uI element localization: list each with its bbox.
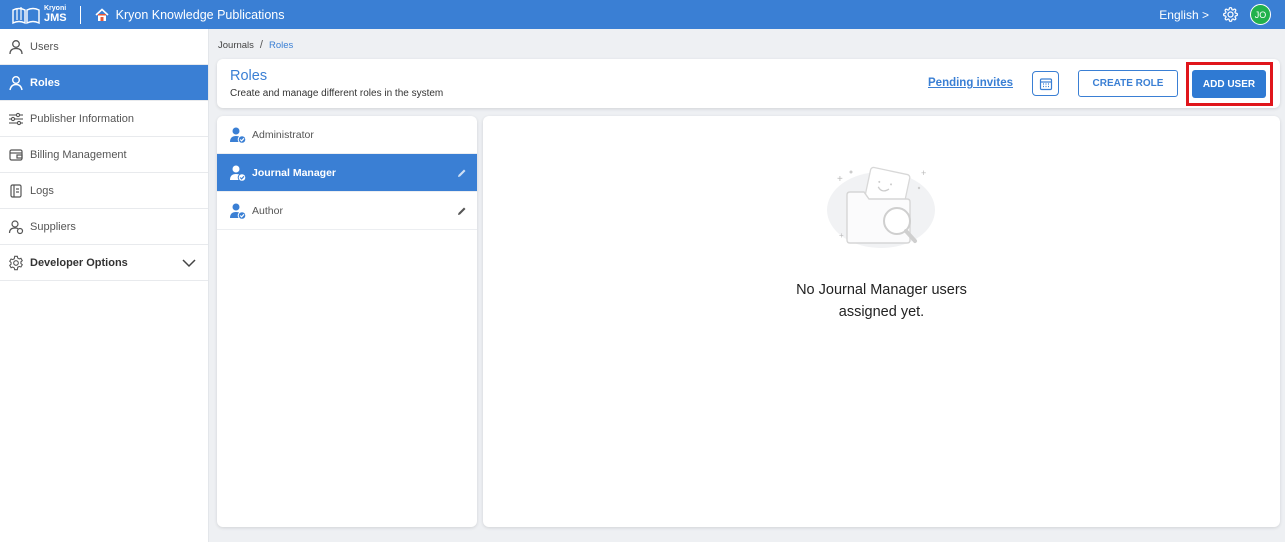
user-check-icon bbox=[229, 126, 247, 144]
user-icon bbox=[8, 39, 24, 55]
empty-state-line2: assigned yet. bbox=[838, 304, 925, 320]
sidebar-item-logs[interactable]: Logs bbox=[0, 173, 208, 209]
settings-gear-icon[interactable] bbox=[1223, 7, 1238, 22]
language-arrow: > bbox=[1201, 7, 1209, 22]
sidebar-item-label: Developer Options bbox=[30, 256, 128, 269]
empty-state-message: No Journal Manager users assigned yet. bbox=[483, 279, 1280, 323]
top-bar: Kryoni JMS Kryon Knowledge Publications … bbox=[0, 0, 1285, 29]
sidebar-item-label: Logs bbox=[30, 184, 54, 197]
sidebar-item-suppliers[interactable]: Suppliers bbox=[0, 209, 208, 245]
svg-text:+: + bbox=[837, 174, 843, 185]
home-icon bbox=[95, 7, 109, 21]
sliders-icon bbox=[8, 111, 24, 127]
user-check-icon bbox=[229, 202, 247, 220]
notebook-icon bbox=[8, 183, 24, 199]
sidebar-item-label: Publisher Information bbox=[30, 112, 134, 125]
role-name: Journal Manager bbox=[252, 166, 337, 179]
chevron-down-icon[interactable] bbox=[182, 258, 196, 268]
sidebar-item-label: Billing Management bbox=[30, 148, 127, 161]
sidebar-item-roles[interactable]: Roles bbox=[0, 65, 208, 101]
svg-text:+: + bbox=[839, 231, 844, 240]
logo-line1: Kryoni bbox=[44, 5, 67, 12]
roles-list: Administrator Journal Manager Author bbox=[217, 116, 477, 527]
publisher-label: Kryon Knowledge Publications bbox=[115, 7, 285, 22]
user-check-icon bbox=[229, 164, 247, 182]
user-avatar[interactable]: JO bbox=[1250, 4, 1271, 25]
role-item-administrator[interactable]: Administrator bbox=[217, 116, 477, 154]
sidebar-item-label: Roles bbox=[30, 76, 60, 89]
svg-text:+: + bbox=[921, 168, 926, 178]
header-divider bbox=[79, 5, 81, 24]
create-role-button[interactable]: CREATE ROLE bbox=[1078, 70, 1178, 97]
empty-state-line1: No Journal Manager users bbox=[796, 282, 967, 298]
page-header: Roles Create and manage different roles … bbox=[217, 59, 1280, 108]
wallet-icon bbox=[8, 147, 24, 163]
role-users-panel: + + + No Journal Manager users assigned … bbox=[483, 116, 1280, 527]
breadcrumb: Journals / Roles bbox=[218, 39, 293, 51]
sidebar-item-label: Suppliers bbox=[30, 220, 76, 233]
sidebar-item-publisher-information[interactable]: Publisher Information bbox=[0, 101, 208, 137]
language-selector[interactable]: English > bbox=[1159, 8, 1209, 22]
add-user-button[interactable]: ADD USER bbox=[1192, 70, 1266, 98]
edit-pencil-icon[interactable] bbox=[457, 206, 467, 216]
pending-invites-link[interactable]: Pending invites bbox=[928, 77, 1013, 89]
gear-icon bbox=[8, 255, 24, 271]
roles-icon bbox=[8, 75, 24, 91]
breadcrumb-current: Roles bbox=[268, 39, 294, 51]
role-name: Administrator bbox=[252, 128, 314, 141]
book-logo-icon bbox=[12, 6, 40, 24]
breadcrumb-journals[interactable]: Journals bbox=[218, 40, 254, 51]
edit-pencil-icon[interactable] bbox=[457, 168, 467, 178]
role-item-journal-manager[interactable]: Journal Manager bbox=[217, 154, 477, 192]
page-subtitle: Create and manage different roles in the… bbox=[230, 88, 444, 99]
page-title: Roles bbox=[230, 68, 268, 84]
publisher-name[interactable]: Kryon Knowledge Publications bbox=[95, 7, 285, 22]
calendar-icon bbox=[1039, 77, 1052, 90]
role-name: Author bbox=[252, 204, 283, 217]
app-logo[interactable]: Kryoni JMS bbox=[11, 0, 67, 29]
sidebar-item-developer-options[interactable]: Developer Options bbox=[0, 245, 208, 281]
role-item-author[interactable]: Author bbox=[217, 192, 477, 230]
sidebar: Users Roles Publisher Information Billin… bbox=[0, 29, 209, 542]
sidebar-item-billing-management[interactable]: Billing Management bbox=[0, 137, 208, 173]
sidebar-item-label: Users bbox=[30, 40, 59, 53]
supplier-icon bbox=[8, 219, 24, 235]
empty-folder-search-icon: + + + bbox=[827, 166, 935, 248]
breadcrumb-separator: / bbox=[259, 39, 263, 51]
logo-line2: JMS bbox=[44, 12, 67, 24]
calendar-button[interactable] bbox=[1032, 71, 1059, 96]
language-label: English bbox=[1159, 7, 1199, 22]
sidebar-item-users[interactable]: Users bbox=[0, 29, 208, 65]
